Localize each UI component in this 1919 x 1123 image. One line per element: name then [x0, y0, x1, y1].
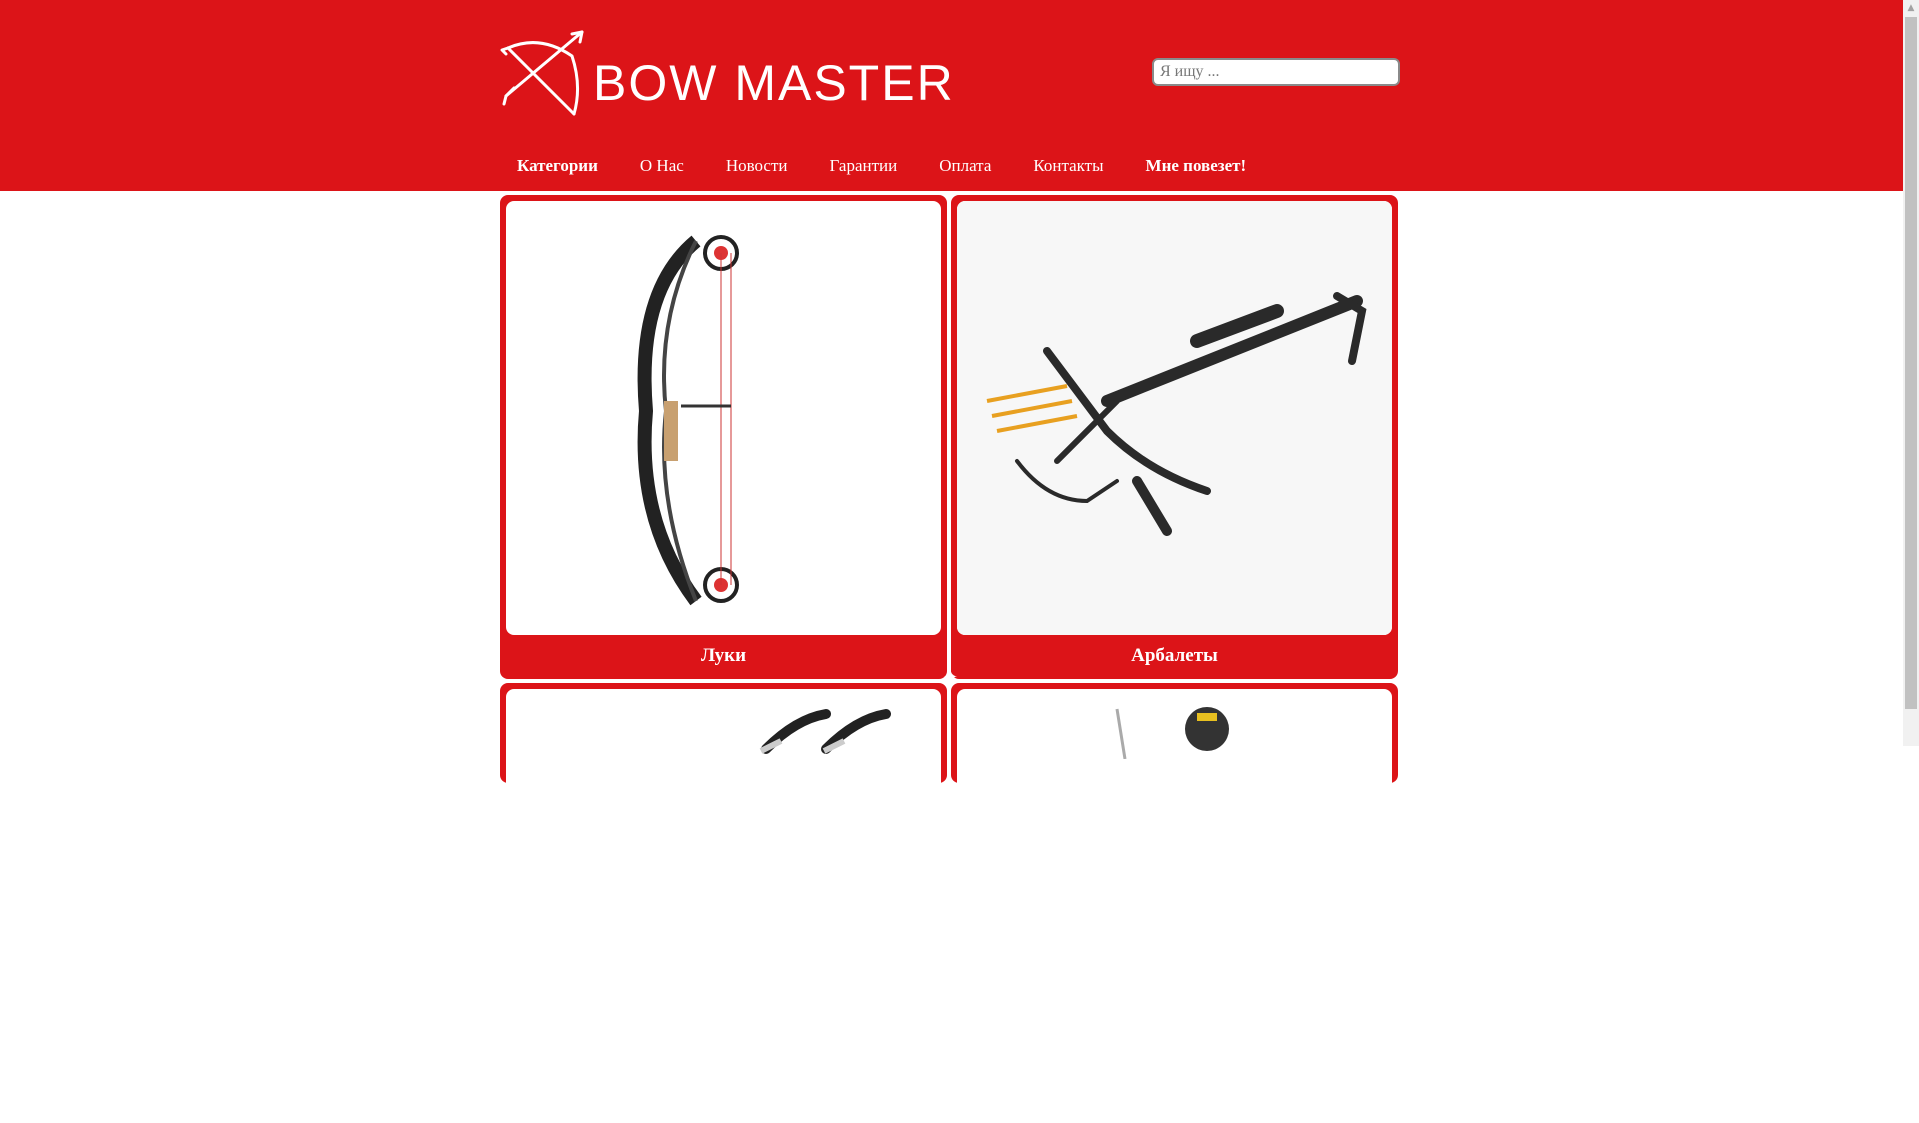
crossbow-image[interactable]: [957, 201, 1392, 635]
arrows-image[interactable]: [506, 689, 941, 1123]
category-label-crossbows[interactable]: Арбалеты: [951, 645, 1398, 667]
nav-item-news[interactable]: Новости: [726, 154, 788, 178]
logo-text: BOW MASTER: [593, 55, 955, 111]
main-nav: Категории О Нас Новости Гарантии Оплата …: [500, 154, 1271, 178]
nav-item-payment[interactable]: Оплата: [939, 154, 991, 178]
compound-bow-image[interactable]: [506, 201, 941, 635]
nav-item-lucky[interactable]: Мне повезет!: [1146, 154, 1247, 178]
bow-logo-icon: [500, 30, 584, 116]
scroll-up-icon[interactable]: ▲: [1903, 0, 1919, 16]
nav-item-guarantees[interactable]: Гарантии: [830, 154, 898, 178]
nav-item-contacts[interactable]: Контакты: [1033, 154, 1103, 178]
nav-item-about[interactable]: О Нас: [640, 154, 684, 178]
category-card-bows[interactable]: Луки: [500, 195, 947, 679]
category-card-crossbows[interactable]: Арбалеты: [951, 195, 1398, 679]
category-card-accessories[interactable]: [951, 683, 1398, 1123]
search-input[interactable]: [1152, 58, 1400, 86]
category-grid: Луки Арбалеты ✦: [500, 195, 1403, 1123]
site-logo[interactable]: BOW MASTER: [500, 26, 953, 116]
category-label-bows[interactable]: Луки: [500, 645, 947, 667]
category-card-arrows[interactable]: [500, 683, 947, 1123]
page-scrollbar[interactable]: ▲: [1903, 0, 1919, 746]
site-header: BOW MASTER Категории О Нас Новости Гаран…: [0, 0, 1903, 191]
accessories-image[interactable]: [957, 689, 1392, 1123]
scrollbar-thumb[interactable]: [1905, 17, 1917, 709]
nav-item-categories[interactable]: Категории: [517, 154, 598, 178]
